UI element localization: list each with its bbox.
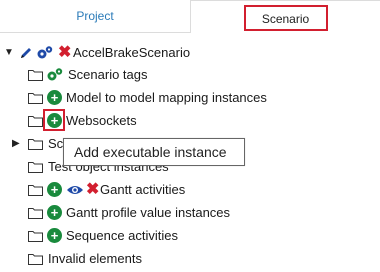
tree-item-label: Websockets bbox=[66, 113, 137, 128]
tree-item-label: Invalid elements bbox=[48, 251, 142, 266]
tree-item-label: Gantt profile value instances bbox=[66, 205, 231, 220]
tree-item-label: Sc bbox=[48, 136, 64, 151]
close-icon[interactable]: ✖ bbox=[58, 45, 74, 61]
tree-item-label: Model to model mapping instances bbox=[66, 90, 267, 105]
tree-item-label: Sequence activities bbox=[66, 228, 179, 243]
collapse-icon[interactable]: ▼ bbox=[4, 42, 14, 64]
folder-icon bbox=[28, 208, 43, 219]
tree-item-label: Gantt activities bbox=[100, 182, 186, 197]
tooltip-text: Add executable instance bbox=[74, 144, 227, 160]
pencil-icon[interactable] bbox=[18, 45, 34, 61]
folder-icon bbox=[28, 231, 43, 242]
tree-item-label: Scenario tags bbox=[68, 67, 148, 82]
tree-item-scenario-tags[interactable]: Scenario tags bbox=[0, 64, 380, 86]
tab-scenario-label: Scenario bbox=[243, 5, 328, 31]
tooltip: Add executable instance bbox=[63, 138, 245, 166]
folder-icon bbox=[28, 254, 43, 265]
tree-item-gantt-activities[interactable]: + ✖ Gantt activities bbox=[0, 179, 380, 201]
folder-icon bbox=[28, 116, 43, 127]
tree-root-row[interactable]: ▼ ✖ AccelBrakeScenario bbox=[0, 42, 380, 64]
tab-bar: Project Scenario bbox=[0, 0, 380, 34]
gear-icon[interactable] bbox=[36, 45, 54, 61]
tree-item-invalid-elements[interactable]: Invalid elements bbox=[0, 248, 380, 270]
tree-item-model-mapping[interactable]: + Model to model mapping instances bbox=[0, 87, 380, 109]
folder-icon bbox=[28, 70, 43, 81]
plus-circle-icon[interactable]: + bbox=[47, 90, 62, 105]
folder-icon bbox=[28, 185, 43, 196]
tab-scenario[interactable]: Scenario bbox=[190, 0, 380, 33]
tree-item-sequence-activities[interactable]: + Sequence activities bbox=[0, 225, 380, 247]
highlight-box bbox=[43, 109, 65, 131]
plus-circle-icon[interactable]: + bbox=[47, 182, 62, 197]
plus-circle-icon[interactable]: + bbox=[47, 228, 62, 243]
tab-project[interactable]: Project bbox=[0, 0, 190, 33]
tree-item-gantt-profile[interactable]: + Gantt profile value instances bbox=[0, 202, 380, 224]
expand-icon[interactable]: ▶ bbox=[12, 133, 22, 155]
eye-icon[interactable] bbox=[66, 183, 84, 197]
folder-icon bbox=[28, 162, 43, 173]
plus-circle-icon[interactable]: + bbox=[47, 205, 62, 220]
tree-root-label: AccelBrakeScenario bbox=[73, 45, 191, 60]
folder-icon bbox=[28, 139, 43, 150]
folder-icon bbox=[28, 93, 43, 104]
gear-icon[interactable] bbox=[46, 67, 64, 83]
